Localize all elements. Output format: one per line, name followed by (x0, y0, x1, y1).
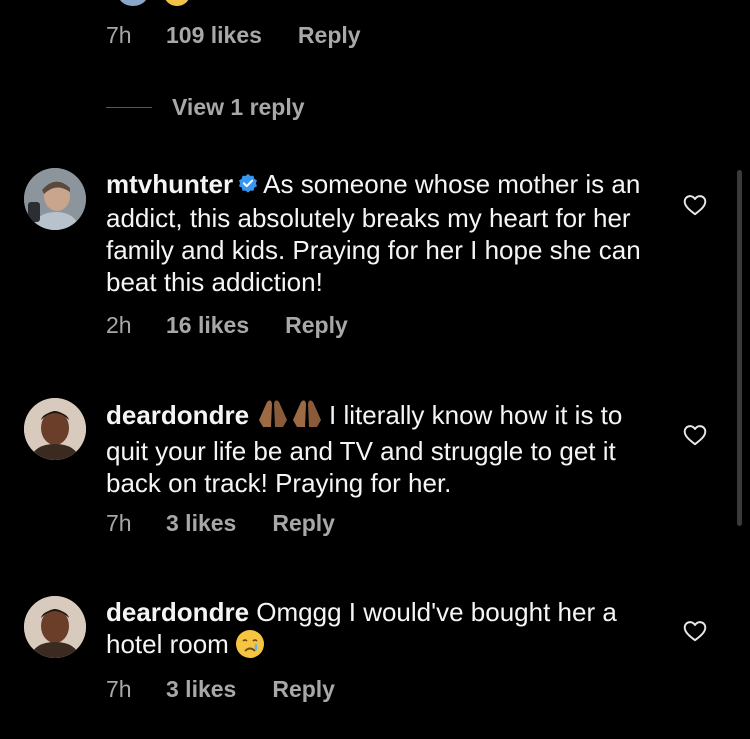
reply-button[interactable]: Reply (272, 676, 335, 703)
comment-body: deardondre Omggg I would've bought her a… (106, 596, 651, 666)
previous-comment-meta: 7h 109 likes Reply (106, 22, 361, 49)
avatar[interactable] (24, 398, 86, 460)
verified-badge-icon (237, 170, 259, 202)
comment-likes[interactable]: 16 likes (166, 312, 249, 339)
comment-username[interactable]: deardondre (106, 597, 249, 627)
comment-body: deardondre I literally know how it is to … (106, 398, 651, 499)
face-emoji-partial (164, 0, 190, 6)
reply-button[interactable]: Reply (285, 312, 348, 339)
avatar-image (24, 168, 86, 230)
comment-time: 7h (106, 22, 132, 48)
heart-icon[interactable] (682, 618, 708, 644)
previous-comment-emoji (118, 0, 190, 6)
comment-meta: 7h 3 likes Reply (106, 510, 335, 537)
avatar[interactable] (24, 596, 86, 658)
comment-time: 7h (106, 676, 132, 702)
comment-username[interactable]: mtvhunter (106, 169, 233, 199)
comment-time: 7h (106, 510, 132, 536)
comment-likes[interactable]: 109 likes (166, 22, 262, 49)
comment-likes[interactable]: 3 likes (166, 676, 236, 703)
praying-emoji-partial (118, 0, 148, 6)
heart-icon[interactable] (682, 192, 708, 218)
crying-face-emoji (235, 629, 265, 666)
view-replies-label: View 1 reply (172, 94, 305, 120)
reply-button[interactable]: Reply (272, 510, 335, 537)
comment-meta: 2h 16 likes Reply (106, 312, 348, 339)
folded-hands-emoji (253, 398, 325, 435)
heart-icon[interactable] (682, 422, 708, 448)
comment-time: 2h (106, 312, 132, 338)
view-replies-button[interactable]: View 1 reply (106, 94, 305, 121)
replies-divider (106, 107, 152, 108)
comment-username[interactable]: deardondre (106, 400, 249, 430)
avatar[interactable] (24, 168, 86, 230)
comment-likes[interactable]: 3 likes (166, 510, 236, 537)
comment-body: mtvhunter As someone whose mother is an a… (106, 168, 651, 298)
comment-meta: 7h 3 likes Reply (106, 676, 335, 703)
scrollbar[interactable] (737, 170, 742, 526)
reply-button[interactable]: Reply (298, 22, 361, 49)
avatar-image (24, 398, 86, 460)
avatar-image (24, 596, 86, 658)
